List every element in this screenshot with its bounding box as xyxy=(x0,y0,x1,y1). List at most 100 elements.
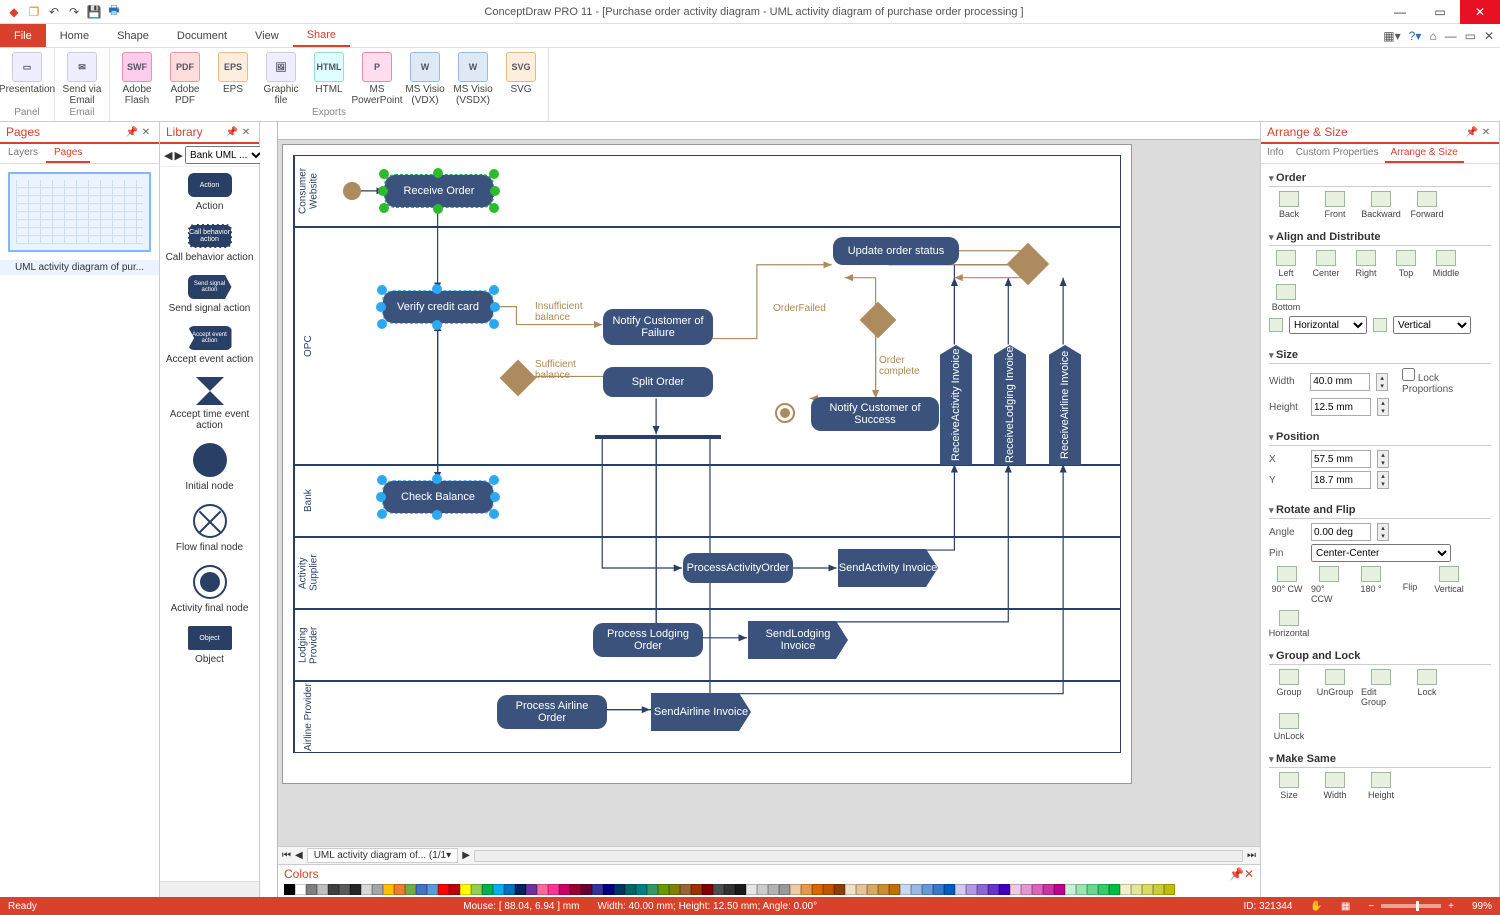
node-split-order[interactable]: Split Order xyxy=(603,367,713,397)
ribbon-options-icon[interactable]: ▦▾ xyxy=(1383,29,1400,43)
color-swatch[interactable] xyxy=(900,884,911,895)
status-layers-icon[interactable]: ▦ xyxy=(1341,901,1350,912)
node-verify-cc[interactable]: Verify credit card xyxy=(383,291,493,323)
node-process-lodging[interactable]: Process Lodging Order xyxy=(593,623,703,657)
color-swatch[interactable] xyxy=(559,884,570,895)
y-input[interactable] xyxy=(1311,471,1371,489)
lib-call-behavior[interactable]: Call behavior actionCall behavior action xyxy=(160,218,259,269)
color-swatch[interactable] xyxy=(1109,884,1120,895)
pages-tab-pages[interactable]: Pages xyxy=(46,144,90,163)
node-notify-success[interactable]: Notify Customer of Success xyxy=(811,397,939,431)
flip-horizontal-button[interactable]: Horizontal xyxy=(1269,610,1309,638)
sheet-last-icon[interactable]: ⏭ xyxy=(1247,850,1256,861)
qat-app-icon[interactable]: ◆ xyxy=(6,4,22,20)
color-swatch[interactable] xyxy=(1054,884,1065,895)
lib-initial[interactable]: Initial node xyxy=(160,437,259,498)
lib-send-signal[interactable]: Send signal actionSend signal action xyxy=(160,269,259,320)
export-eps-button[interactable]: EPSEPS xyxy=(210,50,256,95)
zoom-out-icon[interactable]: − xyxy=(1368,901,1374,912)
color-swatch[interactable] xyxy=(372,884,383,895)
arrange-tab-custom[interactable]: Custom Properties xyxy=(1290,144,1385,163)
node-send-lodging[interactable]: SendLodging Invoice xyxy=(748,621,848,659)
color-swatch[interactable] xyxy=(1076,884,1087,895)
qat-new-icon[interactable]: ❐ xyxy=(26,4,42,20)
color-swatch[interactable] xyxy=(284,884,295,895)
diagram-page[interactable]: Consumer Website OPC Bank Activity Suppl… xyxy=(282,144,1132,784)
library-dropdown[interactable]: Bank UML ... xyxy=(185,146,265,164)
color-swatch[interactable] xyxy=(306,884,317,895)
ungroup-button[interactable]: UnGroup xyxy=(1315,669,1355,707)
color-swatch[interactable] xyxy=(449,884,460,895)
color-swatch[interactable] xyxy=(878,884,889,895)
color-swatch[interactable] xyxy=(405,884,416,895)
fork-bar[interactable] xyxy=(595,435,721,439)
export-html-button[interactable]: HTMLHTML xyxy=(306,50,352,95)
color-swatch[interactable] xyxy=(801,884,812,895)
node-recv-airline[interactable]: ReceiveAirline Invoice xyxy=(1049,345,1081,465)
same-height-button[interactable]: Height xyxy=(1361,772,1401,800)
group-button[interactable]: Group xyxy=(1269,669,1309,707)
color-swatch[interactable] xyxy=(779,884,790,895)
library-fwd-icon[interactable]: ▶ xyxy=(174,149,182,162)
color-swatch[interactable] xyxy=(614,884,625,895)
zoom-in-icon[interactable]: + xyxy=(1448,901,1454,912)
color-swatch[interactable] xyxy=(768,884,779,895)
align-left-button[interactable]: Left xyxy=(1269,250,1303,278)
lib-flow-final[interactable]: Flow final node xyxy=(160,498,259,559)
color-swatch[interactable] xyxy=(724,884,735,895)
color-swatch[interactable] xyxy=(933,884,944,895)
color-swatch[interactable] xyxy=(1021,884,1032,895)
color-swatch[interactable] xyxy=(504,884,515,895)
order-front-button[interactable]: Front xyxy=(1315,191,1355,219)
align-top-button[interactable]: Top xyxy=(1389,250,1423,278)
color-swatch[interactable] xyxy=(570,884,581,895)
minimize-button[interactable]: — xyxy=(1380,0,1420,24)
lock-proportions-checkbox[interactable] xyxy=(1402,368,1415,381)
align-bottom-button[interactable]: Bottom xyxy=(1269,284,1303,312)
color-swatch[interactable] xyxy=(746,884,757,895)
order-forward-button[interactable]: Forward xyxy=(1407,191,1447,219)
color-swatch[interactable] xyxy=(1164,884,1175,895)
color-swatch[interactable] xyxy=(757,884,768,895)
arrange-close-icon[interactable]: ✕ xyxy=(1479,127,1493,138)
color-swatch[interactable] xyxy=(889,884,900,895)
color-swatch[interactable] xyxy=(383,884,394,895)
color-swatch[interactable] xyxy=(735,884,746,895)
rotate-cw-button[interactable]: 90° CW xyxy=(1269,566,1305,604)
qat-undo-icon[interactable]: ↶ xyxy=(46,4,62,20)
color-swatch[interactable] xyxy=(845,884,856,895)
height-input[interactable] xyxy=(1311,398,1371,416)
library-pin-icon[interactable]: 📌 xyxy=(225,127,239,138)
sheet-tab[interactable]: UML activity diagram of... (1/1 ▾ xyxy=(307,848,458,863)
color-swatch[interactable] xyxy=(460,884,471,895)
home-icon[interactable]: ⌂ xyxy=(1429,29,1436,43)
maximize-button[interactable]: ▭ xyxy=(1420,0,1460,24)
library-close-icon[interactable]: ✕ xyxy=(239,127,253,138)
color-swatch[interactable] xyxy=(350,884,361,895)
export-vsdx-button[interactable]: WMS Visio (VSDX) xyxy=(450,50,496,106)
export-flash-button[interactable]: SWFAdobe Flash xyxy=(114,50,160,106)
group-heading[interactable]: Group and Lock xyxy=(1269,646,1491,665)
node-recv-activity[interactable]: ReceiveActivity Invoice xyxy=(940,345,972,465)
same-width-button[interactable]: Width xyxy=(1315,772,1355,800)
color-swatch[interactable] xyxy=(647,884,658,895)
color-swatch[interactable] xyxy=(581,884,592,895)
order-back-button[interactable]: Back xyxy=(1269,191,1309,219)
node-recv-lodging[interactable]: ReceiveLodging Invoice xyxy=(994,345,1026,465)
node-notify-failure[interactable]: Notify Customer of Failure xyxy=(603,309,713,345)
qat-print-icon[interactable]: 🖶 xyxy=(106,4,122,20)
color-swatch[interactable] xyxy=(1065,884,1076,895)
color-swatch[interactable] xyxy=(548,884,559,895)
doc-max-icon[interactable]: ▭ xyxy=(1465,29,1476,43)
edit-group-button[interactable]: Edit Group xyxy=(1361,669,1401,707)
node-process-activity[interactable]: ProcessActivityOrder xyxy=(683,553,793,583)
color-swatch[interactable] xyxy=(361,884,372,895)
color-swatch[interactable] xyxy=(856,884,867,895)
color-swatch[interactable] xyxy=(944,884,955,895)
color-swatch[interactable] xyxy=(592,884,603,895)
color-swatch[interactable] xyxy=(317,884,328,895)
lib-activity-final[interactable]: Activity final node xyxy=(160,559,259,620)
color-swatch[interactable] xyxy=(812,884,823,895)
color-swatch[interactable] xyxy=(482,884,493,895)
canvas-scroll[interactable]: Consumer Website OPC Bank Activity Suppl… xyxy=(278,140,1260,846)
